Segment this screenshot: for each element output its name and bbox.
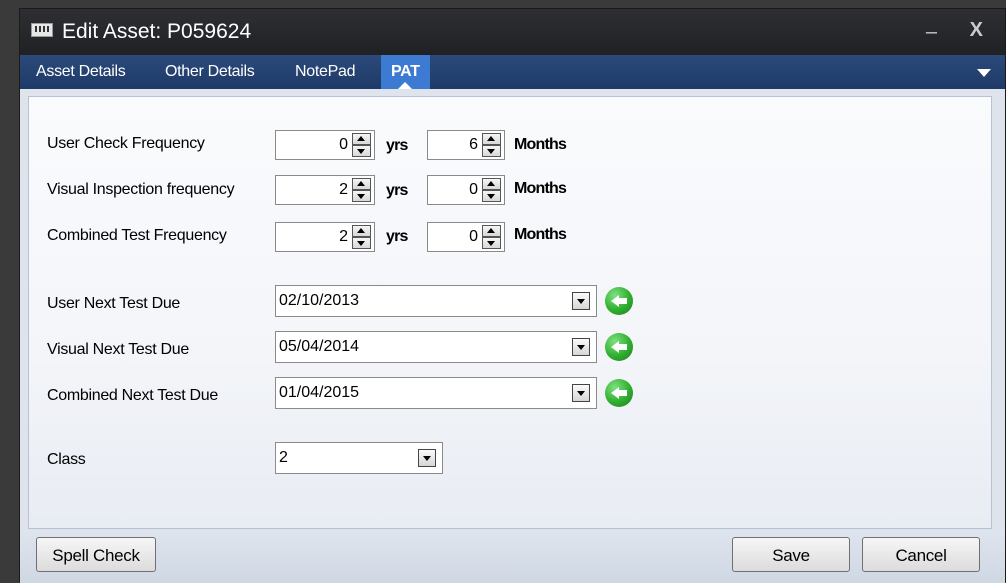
tab-pat-label: PAT	[391, 63, 420, 80]
visual-inspection-frequency-label: Visual Inspection frequency	[47, 181, 235, 198]
combined-next-test-due-value: 01/04/2015	[279, 384, 360, 401]
spin-up-icon[interactable]	[352, 133, 371, 145]
close-button[interactable]: X	[970, 19, 983, 42]
visual-inspection-years-value: 2	[339, 181, 348, 198]
apply-date-arrow-icon[interactable]	[605, 379, 633, 407]
window-app-icon	[31, 23, 53, 37]
dropdown-arrow-icon[interactable]	[572, 292, 590, 310]
spin-up-icon[interactable]	[482, 133, 501, 145]
user-next-test-due-value: 02/10/2013	[279, 292, 360, 309]
combined-test-years-stepper[interactable]: 2	[275, 222, 375, 252]
tab-asset-details[interactable]: Asset Details	[36, 63, 126, 81]
user-check-years-value: 0	[339, 136, 348, 153]
window-title: Edit Asset: P059624	[62, 20, 252, 43]
apply-date-arrow-icon[interactable]	[605, 287, 633, 315]
spin-up-icon[interactable]	[352, 225, 371, 237]
months-unit-label: Months	[514, 136, 567, 153]
pat-panel: User Check Frequency 0 yrs 6 Months Visu…	[28, 96, 992, 529]
user-next-test-due-picker[interactable]: 02/10/2013	[275, 285, 597, 317]
spin-up-icon[interactable]	[482, 178, 501, 190]
user-check-months-stepper[interactable]: 6	[427, 130, 505, 160]
user-next-test-due-label: User Next Test Due	[47, 295, 181, 312]
class-value: 2	[279, 449, 288, 466]
dropdown-arrow-icon[interactable]	[418, 449, 436, 467]
class-select[interactable]: 2	[275, 442, 443, 474]
user-check-years-stepper[interactable]: 0	[275, 130, 375, 160]
combined-test-frequency-label: Combined Test Frequency	[47, 227, 227, 244]
spin-down-icon[interactable]	[482, 237, 501, 249]
tab-overflow-menu-icon[interactable]	[977, 69, 991, 77]
visual-next-test-due-label: Visual Next Test Due	[47, 341, 189, 358]
dialog-footer: Spell Check Save Cancel	[20, 530, 1005, 583]
tab-pat[interactable]: PAT	[381, 55, 430, 89]
dropdown-arrow-icon[interactable]	[572, 338, 590, 356]
title-bar[interactable]: Edit Asset: P059624 – X	[20, 9, 1005, 55]
combined-next-test-due-picker[interactable]: 01/04/2015	[275, 377, 597, 409]
spin-down-icon[interactable]	[352, 145, 371, 157]
active-tab-caret-icon	[398, 82, 413, 89]
years-unit-label: yrs	[386, 228, 408, 245]
cancel-button[interactable]: Cancel	[862, 537, 980, 572]
spin-up-icon[interactable]	[352, 178, 371, 190]
user-check-frequency-label: User Check Frequency	[47, 135, 205, 152]
spin-down-icon[interactable]	[482, 145, 501, 157]
spin-up-icon[interactable]	[482, 225, 501, 237]
save-button[interactable]: Save	[732, 537, 850, 572]
visual-inspection-months-value: 0	[469, 181, 478, 198]
minimize-button[interactable]: –	[926, 21, 937, 44]
spin-down-icon[interactable]	[352, 237, 371, 249]
combined-test-months-stepper[interactable]: 0	[427, 222, 505, 252]
months-unit-label: Months	[514, 226, 567, 243]
tab-other-details[interactable]: Other Details	[165, 63, 255, 81]
spell-check-button[interactable]: Spell Check	[36, 537, 156, 572]
apply-date-arrow-icon[interactable]	[605, 333, 633, 361]
visual-next-test-due-value: 05/04/2014	[279, 338, 360, 355]
years-unit-label: yrs	[386, 182, 408, 199]
edit-asset-window: Edit Asset: P059624 – X Asset Details Ot…	[19, 8, 1006, 583]
spin-down-icon[interactable]	[352, 190, 371, 202]
tab-bar: Asset Details Other Details NotePad PAT	[20, 55, 1005, 89]
visual-next-test-due-picker[interactable]: 05/04/2014	[275, 331, 597, 363]
tab-notepad[interactable]: NotePad	[295, 63, 355, 81]
dropdown-arrow-icon[interactable]	[572, 384, 590, 402]
user-check-months-value: 6	[469, 136, 478, 153]
years-unit-label: yrs	[386, 137, 408, 154]
combined-test-years-value: 2	[339, 228, 348, 245]
spin-down-icon[interactable]	[482, 190, 501, 202]
combined-test-months-value: 0	[469, 228, 478, 245]
months-unit-label: Months	[514, 180, 567, 197]
visual-inspection-years-stepper[interactable]: 2	[275, 175, 375, 205]
class-label: Class	[47, 451, 86, 468]
visual-inspection-months-stepper[interactable]: 0	[427, 175, 505, 205]
combined-next-test-due-label: Combined Next Test Due	[47, 387, 218, 404]
